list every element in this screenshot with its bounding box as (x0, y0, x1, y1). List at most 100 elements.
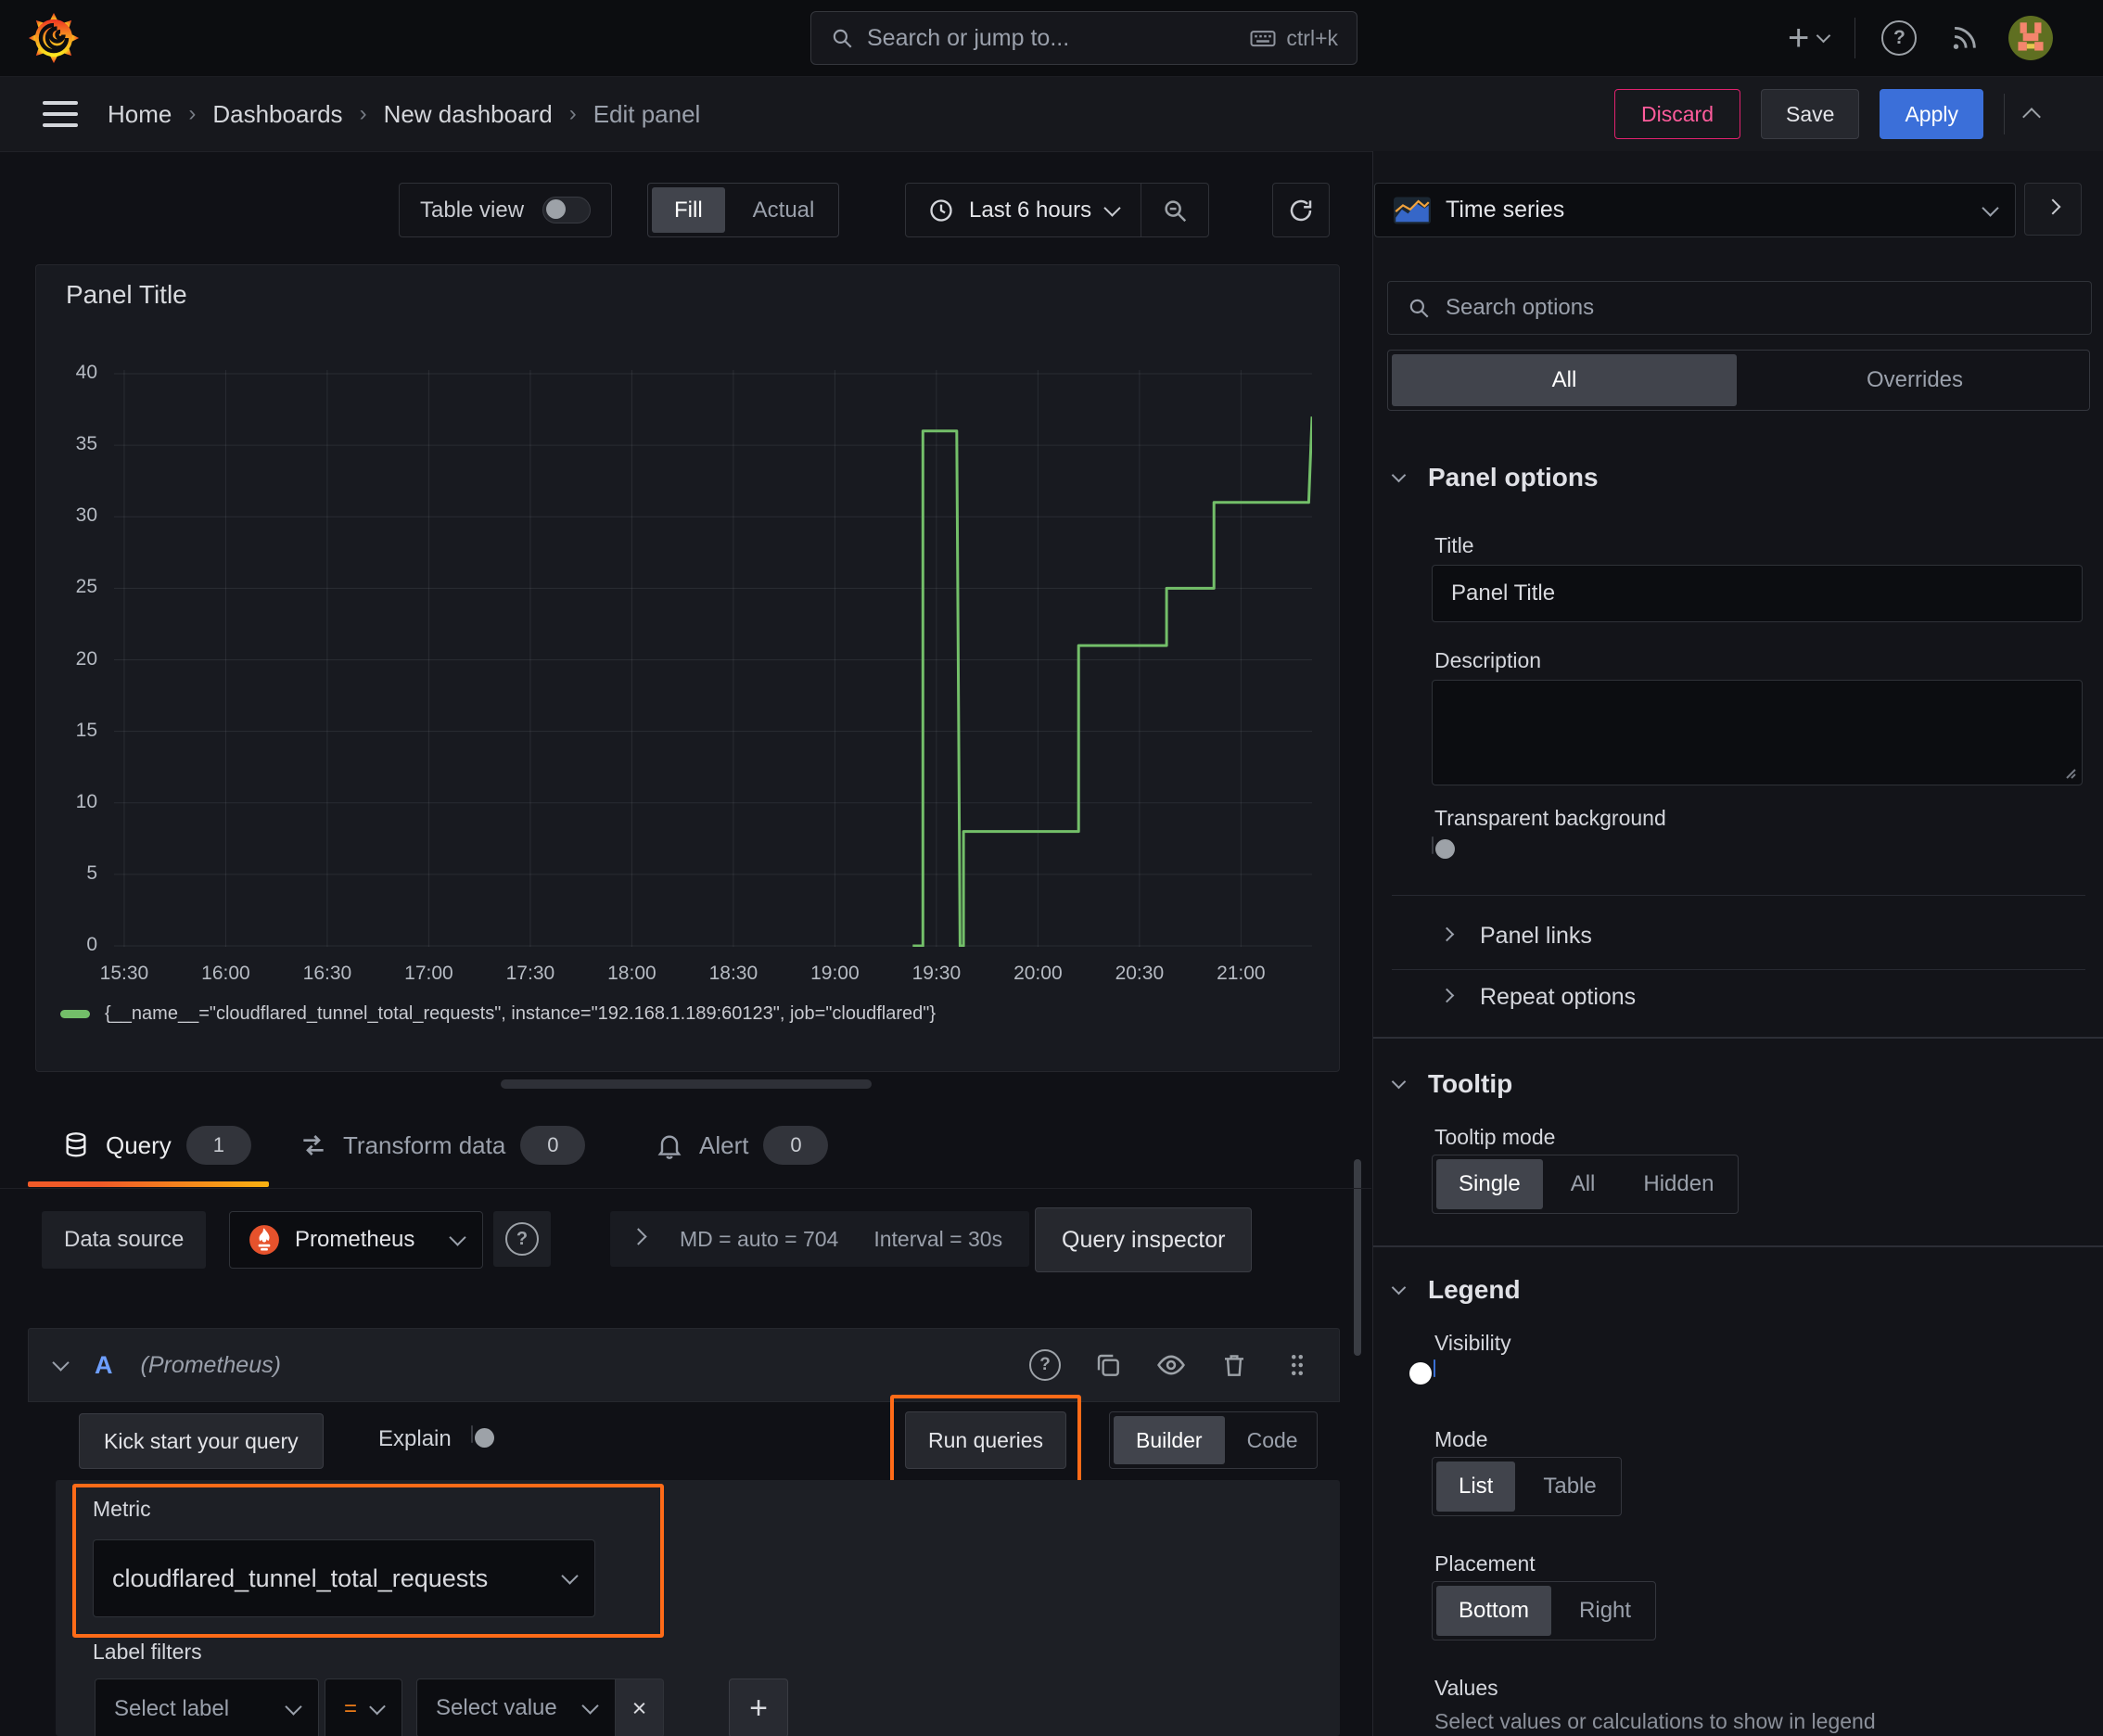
max-data-points-summary: MD = auto = 704 (680, 1226, 839, 1251)
operator-value: = (344, 1696, 358, 1721)
breadcrumb-home[interactable]: Home (108, 100, 172, 129)
table-view-toggle[interactable] (542, 197, 592, 223)
toggle-viz-picker-button[interactable] (2024, 183, 2082, 236)
panel-preview: Panel Title 0 5 10 15 20 25 30 35 40 15:30 16:00 1… (35, 264, 1340, 1072)
run-queries-button[interactable]: Run queries (905, 1411, 1067, 1469)
datasource-help-button[interactable]: ? (493, 1211, 551, 1267)
help-button[interactable]: ? (1881, 20, 1918, 56)
news-button[interactable] (1948, 22, 1980, 54)
breadcrumb-new-dashboard[interactable]: New dashboard (384, 100, 553, 129)
display-mode-actual[interactable]: Actual (729, 184, 839, 236)
editor-mode-group: Builder Code (1109, 1411, 1318, 1469)
refresh-button[interactable] (1272, 183, 1330, 237)
tab-alert-count: 0 (763, 1126, 829, 1165)
grafana-logo-icon[interactable] (28, 12, 80, 64)
tooltip-mode-single[interactable]: Single (1436, 1159, 1543, 1209)
select-value-placeholder: Select value (436, 1695, 557, 1720)
resize-handle-icon[interactable] (2061, 764, 2076, 779)
datasource-picker[interactable]: Prometheus (229, 1211, 483, 1269)
x-axis-tick-label: 20:00 (1013, 963, 1063, 984)
panel-options-header[interactable]: Panel options (1391, 463, 1599, 492)
tab-query[interactable]: Query 1 (61, 1126, 251, 1165)
tooltip-mode-hidden[interactable]: Hidden (1619, 1155, 1738, 1213)
tooltip-mode-all[interactable]: All (1547, 1155, 1620, 1213)
label-filter-operator-select[interactable]: = (325, 1679, 402, 1736)
avatar-image (2008, 16, 2054, 60)
y-axis-tick-label: 40 (75, 362, 97, 383)
transparent-background-toggle[interactable] (1432, 836, 1455, 859)
options-tab-all[interactable]: All (1392, 354, 1737, 406)
visualization-picker[interactable]: Time series (1374, 183, 2016, 237)
user-avatar[interactable] (2007, 15, 2054, 61)
query-ref-id[interactable]: A (95, 1351, 113, 1380)
discard-button[interactable]: Discard (1614, 89, 1741, 139)
toggle-query-visibility-button[interactable] (1155, 1349, 1187, 1381)
query-builder-body: Metric cloudflared_tunnel_total_requests… (56, 1480, 1340, 1736)
kickstart-query-button[interactable]: Kick start your query (79, 1413, 324, 1469)
duplicate-query-button[interactable] (1092, 1350, 1124, 1380)
editor-mode-builder[interactable]: Builder (1114, 1416, 1225, 1464)
legend-section-header[interactable]: Legend (1391, 1275, 1521, 1305)
legend-mode-group: List Table (1432, 1457, 1622, 1516)
explain-toggle[interactable] (471, 1425, 494, 1448)
query-help-button[interactable]: ? (1029, 1349, 1061, 1381)
query-inspector-button[interactable]: Query inspector (1035, 1207, 1253, 1272)
tab-transform-label: Transform data (343, 1130, 506, 1159)
display-mode-fill[interactable]: Fill (652, 187, 725, 233)
description-textarea[interactable] (1432, 680, 2083, 785)
panel-resize-handle[interactable] (501, 1079, 872, 1089)
display-mode-group: Fill Actual (647, 183, 840, 237)
tab-alert[interactable]: Alert 0 (655, 1126, 829, 1165)
tab-transform-data[interactable]: Transform data 0 (299, 1126, 586, 1165)
search-options-input[interactable]: Search options (1387, 281, 2092, 335)
add-filter-button[interactable]: + (729, 1679, 788, 1736)
menu-toggle-icon[interactable] (43, 101, 78, 127)
legend-series-label: {__name__="cloudflared_tunnel_total_requ… (105, 1003, 937, 1024)
query-options-row[interactable]: MD = auto = 704 Interval = 30s (610, 1211, 1029, 1267)
y-axis-tick-label: 35 (75, 433, 97, 455)
legend-mode-list[interactable]: List (1436, 1462, 1516, 1512)
grip-icon (1292, 1355, 1303, 1375)
label-filter-value-select[interactable]: Select value (416, 1679, 616, 1736)
tab-query-count: 1 (185, 1126, 251, 1165)
tab-query-label: Query (106, 1130, 172, 1159)
legend-placement-right[interactable]: Right (1555, 1582, 1655, 1640)
panel-title-input[interactable]: Panel Title (1432, 565, 2083, 622)
breadcrumb-edit-panel: Edit panel (593, 99, 701, 128)
time-series-chart[interactable] (114, 363, 1312, 947)
explain-label: Explain (378, 1426, 452, 1451)
x-axis-tick-label: 17:30 (505, 963, 555, 984)
editor-mode-code[interactable]: Code (1229, 1412, 1317, 1468)
remove-filter-button[interactable]: × (616, 1679, 664, 1736)
collapse-query-icon[interactable] (52, 1354, 70, 1372)
tooltip-section-header[interactable]: Tooltip (1391, 1069, 1512, 1099)
interval-summary: Interval = 30s (873, 1226, 1003, 1251)
legend-placement-bottom[interactable]: Bottom (1436, 1586, 1552, 1636)
collapse-options-pane-icon[interactable] (2022, 106, 2041, 126)
save-button[interactable]: Save (1761, 89, 1860, 139)
drag-query-handle[interactable] (1281, 1351, 1313, 1379)
table-view-label: Table view (420, 197, 525, 223)
legend-visibility-toggle[interactable] (1409, 1359, 1435, 1385)
query-row-header[interactable]: A (Prometheus) ? (28, 1328, 1340, 1402)
datasource-name: Prometheus (295, 1227, 415, 1252)
legend-placement-label: Placement (1434, 1551, 1536, 1576)
apply-button[interactable]: Apply (1880, 89, 1983, 139)
add-new-button[interactable]: + (1788, 18, 1809, 59)
zoom-out-time-button[interactable] (1141, 184, 1208, 236)
add-new-chevron-icon[interactable] (1816, 28, 1831, 44)
legend-mode-label: Mode (1434, 1427, 1488, 1451)
time-range-picker[interactable]: Last 6 hours (906, 184, 1141, 236)
breadcrumb-dashboards[interactable]: Dashboards (212, 100, 342, 129)
eye-icon (1157, 1355, 1185, 1375)
repeat-options-section[interactable]: Repeat options (1439, 984, 1636, 1011)
search-bar[interactable]: Search or jump to... ctrl+k (810, 11, 1357, 65)
label-filter-label-select[interactable]: Select label (95, 1679, 319, 1736)
legend-mode-table[interactable]: Table (1519, 1458, 1620, 1515)
delete-query-button[interactable] (1218, 1350, 1250, 1380)
chart-legend-item[interactable]: {__name__="cloudflared_tunnel_total_requ… (60, 1003, 936, 1025)
tooltip-mode-label: Tooltip mode (1434, 1125, 1556, 1149)
panel-links-section[interactable]: Panel links (1439, 923, 1592, 950)
options-tab-overrides[interactable]: Overrides (1740, 351, 2089, 410)
metric-select[interactable]: cloudflared_tunnel_total_requests (93, 1539, 595, 1617)
